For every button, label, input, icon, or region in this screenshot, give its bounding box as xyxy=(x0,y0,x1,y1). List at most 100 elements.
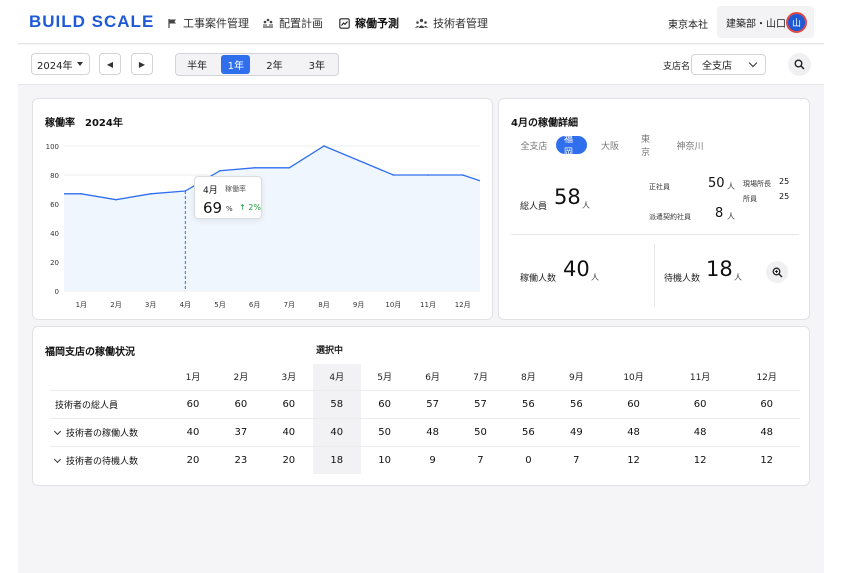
dispatch-unit: 人 xyxy=(727,212,735,221)
branch-label: 支店名 xyxy=(663,62,691,72)
table-cell: 49 xyxy=(552,417,601,446)
month-header: 1月 xyxy=(185,373,201,384)
table-cell: 18 xyxy=(312,445,361,474)
search-button[interactable] xyxy=(788,53,811,76)
range-2-year-button[interactable]: 2年 xyxy=(253,55,295,74)
table-cell: 9 xyxy=(408,445,457,474)
x-tick-label: 3月 xyxy=(145,301,156,309)
selected-badge: 選択中 xyxy=(316,346,344,356)
row-label: 技術者の待機人数 xyxy=(50,445,169,474)
detail-card: 4月の稼働詳細 全支店 福岡 大阪 東京 神奈川 総人員 58 人 正社員 50… xyxy=(498,98,810,320)
table-cell: 58 xyxy=(312,389,361,418)
data-point xyxy=(288,166,291,169)
table-cell: 12 xyxy=(733,445,800,474)
month-header: 4月 xyxy=(312,364,361,390)
table-cell: 7 xyxy=(552,445,601,474)
year-select[interactable]: 2024年 xyxy=(31,53,90,75)
row-label-text: 技術者の待機人数 xyxy=(66,456,139,467)
table-cell: 60 xyxy=(216,389,265,418)
table-cell: 60 xyxy=(600,389,667,418)
range-1-year-button[interactable]: 1年 xyxy=(221,55,251,74)
divider xyxy=(511,234,799,235)
total-label: 総人員 xyxy=(520,202,548,212)
row-label-text: 技術者の総人員 xyxy=(55,400,119,411)
table-row: 技術者の総人員 60 60 60 58 60 57 57 56 56 60 60 60 xyxy=(50,389,800,418)
table-cell: 56 xyxy=(504,417,553,446)
zoom-button[interactable] xyxy=(766,261,788,283)
working-unit: 人 xyxy=(591,273,599,282)
x-tick-label: 9月 xyxy=(353,301,364,309)
table-cell: 50 xyxy=(456,417,505,446)
range-half-year-button[interactable]: 半年 xyxy=(176,55,218,74)
table-cell: 12 xyxy=(600,445,667,474)
range-3-year-button[interactable]: 3年 xyxy=(296,55,338,74)
tab-osaka[interactable]: 大阪 xyxy=(587,136,633,154)
table-cell: 40 xyxy=(169,417,217,446)
team-icon xyxy=(415,18,428,29)
row-label: 技術者の総人員 xyxy=(50,389,169,418)
user-menu-button[interactable]: 建築部・山口 山 xyxy=(717,6,814,38)
y-tick-label: 20 xyxy=(50,259,59,267)
data-point xyxy=(427,174,429,176)
nav-item-placement[interactable]: 配置計画 xyxy=(262,15,323,31)
nav-label: 技術者管理 xyxy=(433,17,488,30)
x-tick-label: 1月 xyxy=(76,301,87,309)
table-cell: 48 xyxy=(666,417,734,446)
x-tick-label: 7月 xyxy=(284,301,295,309)
month-header: 8月 xyxy=(521,373,536,384)
regular-unit: 人 xyxy=(727,182,735,191)
dispatch-value: 8 xyxy=(715,206,724,221)
working-value: 40 xyxy=(563,257,590,281)
data-point xyxy=(184,190,187,192)
table-cell: 56 xyxy=(504,389,553,418)
nav-item-projects[interactable]: 工事案件管理 xyxy=(167,15,249,31)
data-point xyxy=(357,159,360,162)
status-title: 福岡支店の稼働状況 xyxy=(45,347,135,358)
chevron-down-icon[interactable] xyxy=(53,427,62,435)
tooltip-label: 稼働率 xyxy=(225,185,246,193)
next-year-button[interactable]: ▶ xyxy=(131,53,153,75)
table-cell: 57 xyxy=(456,389,505,418)
prev-year-button[interactable]: ◀ xyxy=(99,53,121,75)
table-row[interactable]: 技術者の稼働人数 40 37 40 40 50 48 50 56 49 48 48 48 xyxy=(50,417,800,446)
table-cell: 50 xyxy=(360,417,409,446)
table-row[interactable]: 技術者の待機人数 20 23 20 18 10 9 7 0 7 12 12 12 xyxy=(50,445,800,474)
month-header: 5月 xyxy=(377,373,393,384)
tab-kanagawa[interactable]: 神奈川 xyxy=(663,136,717,154)
month-header: 9月 xyxy=(568,373,584,384)
table-cell: 60 xyxy=(169,389,217,418)
regular-value: 50 xyxy=(708,176,725,191)
table-cell: 60 xyxy=(666,389,734,418)
nav-label: 稼働予測 xyxy=(355,17,399,30)
utilization-chart-card: 稼働率 2024年 0 20 40 60 80 100 1月 2月 3月 4月 5月 6月 7月 8月 9月… xyxy=(32,98,493,320)
search-icon xyxy=(794,55,805,74)
tab-fukuoka[interactable]: 福岡 xyxy=(556,135,587,158)
waiting-unit: 人 xyxy=(734,273,742,282)
nav-item-forecast[interactable]: 稼働予測 xyxy=(339,15,399,31)
x-tick-label: 2月 xyxy=(110,301,121,309)
regular-label: 正社員 xyxy=(649,183,670,191)
logo[interactable]: BUILD SCALE xyxy=(29,12,154,32)
y-tick-label: 0 xyxy=(55,288,59,296)
table-header-row: 1月 2月 3月 4月 5月 6月 7月 8月 9月 10月 11月 12月 xyxy=(50,364,800,390)
status-table-card: 福岡支店の稼働状況 選択中 1月 2月 3月 4月 5月 6月 7月 8月 9月 10月 11月 12… xyxy=(32,326,810,486)
caret-right-icon: ▶ xyxy=(138,59,146,69)
month-header: 12月 xyxy=(756,373,777,384)
x-tick-label: 4月 xyxy=(180,301,191,309)
waiting-label: 待機人数 xyxy=(664,274,701,284)
x-tick-label: 12月 xyxy=(455,301,471,309)
chevron-down-icon xyxy=(748,58,758,68)
divider xyxy=(654,244,655,306)
month-header: 10月 xyxy=(623,373,644,384)
month-header: 2月 xyxy=(233,373,249,384)
table-cell: 48 xyxy=(733,417,800,446)
chevron-down-icon[interactable] xyxy=(53,455,62,463)
tab-all[interactable]: 全支店 xyxy=(512,136,556,154)
nav-label: 配置計画 xyxy=(279,17,323,30)
tab-tokyo[interactable]: 東京 xyxy=(633,135,663,158)
branch-select[interactable]: 全支店 xyxy=(691,54,766,75)
table-cell: 48 xyxy=(600,417,667,446)
nav-item-engineers[interactable]: 技術者管理 xyxy=(415,15,488,31)
total-value: 58 xyxy=(554,185,581,209)
month-header: 11月 xyxy=(689,373,711,384)
